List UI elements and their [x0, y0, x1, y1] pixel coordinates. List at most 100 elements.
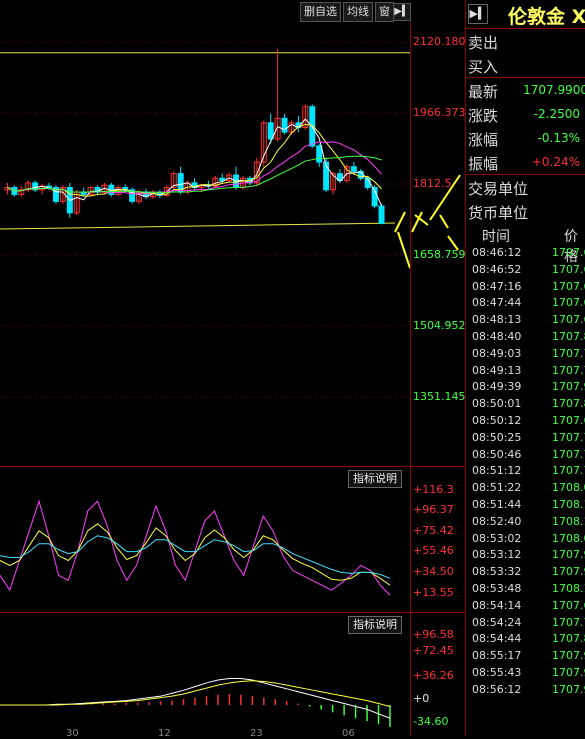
trade-price: 1707.7 [552, 615, 585, 629]
price-tick: 1658.759 [413, 248, 466, 261]
horizontal-line [0, 222, 396, 230]
trade-price: 1707.6 [552, 262, 585, 276]
trade-time: 08:53:48 [472, 581, 522, 595]
trade-row: 08:53:12 1707.9 [466, 548, 585, 565]
annotation-arrow [439, 214, 449, 229]
trade-price: 1707.8 [552, 397, 585, 411]
kdj-tick: +75.42 [413, 524, 454, 537]
trade-price: 1707.7 [552, 464, 585, 478]
trade-price: 1707.6 [552, 296, 585, 310]
macd-tick: -34.60 [413, 715, 449, 728]
currency-label: 货币单位 [468, 204, 529, 222]
trade-row: 08:46:52 1707.6 [466, 263, 585, 280]
trade-time: 08:49:03 [472, 346, 522, 360]
sell-label: 卖出 [468, 34, 499, 52]
trade-price: 1707.6 [552, 279, 585, 293]
kdj-indicator-button[interactable]: 指标说明 [348, 470, 402, 488]
trade-time: 08:50:01 [472, 397, 522, 411]
trade-price: 1707.8 [552, 329, 585, 343]
trade-time: 08:50:46 [472, 447, 522, 461]
trade-time: 08:51:12 [472, 464, 522, 478]
trades-header: 时间 价格 [466, 226, 585, 265]
x-tick: 30 [66, 728, 79, 739]
trade-price: 1708.1 [552, 514, 585, 528]
x-tick: 23 [250, 728, 263, 739]
macd-indicator-button[interactable]: 指标说明 [348, 616, 402, 634]
amp-label: 振幅 [468, 155, 499, 173]
kdj-line [0, 523, 391, 586]
trade-price: 1707.7 [552, 346, 585, 360]
x-tick: 12 [158, 728, 171, 739]
price-tick: 1351.145 [413, 390, 466, 403]
trade-time: 08:55:43 [472, 665, 522, 679]
amp-row: 振幅 +0.24% [466, 150, 585, 175]
kdj-line [0, 499, 391, 596]
trade-time: 08:47:16 [472, 279, 522, 293]
buy-row: 买入 [466, 53, 585, 78]
price-tick: 1966.373 [413, 106, 466, 119]
collapse-icon[interactable]: ▶▍ [468, 4, 488, 24]
trade-row: 08:51:44 1708.1 [466, 498, 585, 515]
trade-row: 08:51:12 1707.7 [466, 464, 585, 481]
macd-tick: +36.26 [413, 669, 454, 682]
collapse-panel-icon[interactable]: ▶▍ [393, 3, 411, 21]
kdj-tick: +13.55 [413, 586, 454, 599]
axis-divider [410, 22, 411, 736]
trade-time: 08:49:13 [472, 363, 522, 377]
pct-value: -0.13% [537, 131, 580, 145]
trade-time: 08:53:12 [472, 548, 522, 562]
annotation-arrow [397, 231, 411, 269]
chart-panel[interactable]: 删自选 均线 窗 ▶▍ 2120.180 1966.373 1812.5 165… [0, 0, 466, 739]
trade-price: 1707.9 [552, 682, 585, 696]
trade-row: 08:56:12 1707.9 [466, 683, 585, 700]
pct-row: 涨幅 -0.13% [466, 126, 585, 150]
trade-price: 1707.7 [552, 447, 585, 461]
trade-price: 1707.9 [552, 565, 585, 579]
trade-price: 1707.9 [552, 380, 585, 394]
trade-row: 08:54:24 1707.7 [466, 616, 585, 633]
trade-row: 08:47:44 1707.6 [466, 296, 585, 313]
kdj-tick: +34.50 [413, 565, 454, 578]
trade-row: 08:48:13 1707.6 [466, 313, 585, 330]
change-row: 涨跌 -2.2500 [466, 102, 585, 126]
trade-time: 08:53:32 [472, 565, 522, 579]
quote-header: ▶▍ 伦敦金 X [466, 0, 585, 29]
trade-time: 08:50:25 [472, 430, 522, 444]
trade-price: 1707.6 [552, 413, 585, 427]
candle-body [378, 205, 385, 224]
trade-row: 08:47:16 1707.6 [466, 280, 585, 297]
trade-row: 08:55:17 1707.9 [466, 649, 585, 666]
trade-price: 1708.0 [552, 531, 585, 545]
trade-row: 08:55:43 1707.9 [466, 666, 585, 683]
panel-separator [0, 612, 465, 613]
trade-time: 08:54:24 [472, 615, 522, 629]
trade-time: 08:54:44 [472, 632, 522, 646]
annotation-arrow [394, 211, 406, 233]
trades-list[interactable]: 时间 价格 08:46:121707.608:46:521707.608:47:… [466, 226, 585, 700]
trade-row: 08:48:40 1707.8 [466, 330, 585, 347]
ma-lines-button[interactable]: 均线 [343, 2, 373, 22]
trade-price: 1708.1 [552, 497, 585, 511]
trade-time: 08:46:52 [472, 262, 522, 276]
trade-time: 08:47:44 [472, 296, 522, 310]
trade-row: 08:50:01 1707.8 [466, 397, 585, 414]
trade-row: 08:54:14 1707.6 [466, 599, 585, 616]
window-button[interactable]: 窗 [375, 2, 394, 22]
trade-row: 08:49:13 1707.7 [466, 364, 585, 381]
trade-time: 08:55:17 [472, 649, 522, 663]
change-label: 涨跌 [468, 107, 499, 125]
trade-row: 08:46:12 1707.6 [466, 246, 585, 263]
remove-watch-button[interactable]: 删自选 [300, 2, 341, 22]
unit-row: 交易单位 [466, 175, 585, 199]
kdj-line [0, 535, 391, 579]
trade-row: 08:53:48 1708.1 [466, 582, 585, 599]
trade-time: 08:48:40 [472, 329, 522, 343]
trade-time: 08:50:12 [472, 413, 522, 427]
currency-row: 货币单位 [466, 199, 585, 223]
price-tick: 2120.180 [413, 35, 466, 48]
trade-time: 08:52:40 [472, 514, 522, 528]
trade-time: 08:46:12 [472, 246, 522, 259]
trade-rows: 08:46:12 1707.6 08:46:52 1707.6 08:47:16 1707… [466, 246, 585, 700]
chart-toolbar: 删自选 均线 窗 [300, 2, 394, 22]
trade-time: 08:56:12 [472, 682, 522, 696]
